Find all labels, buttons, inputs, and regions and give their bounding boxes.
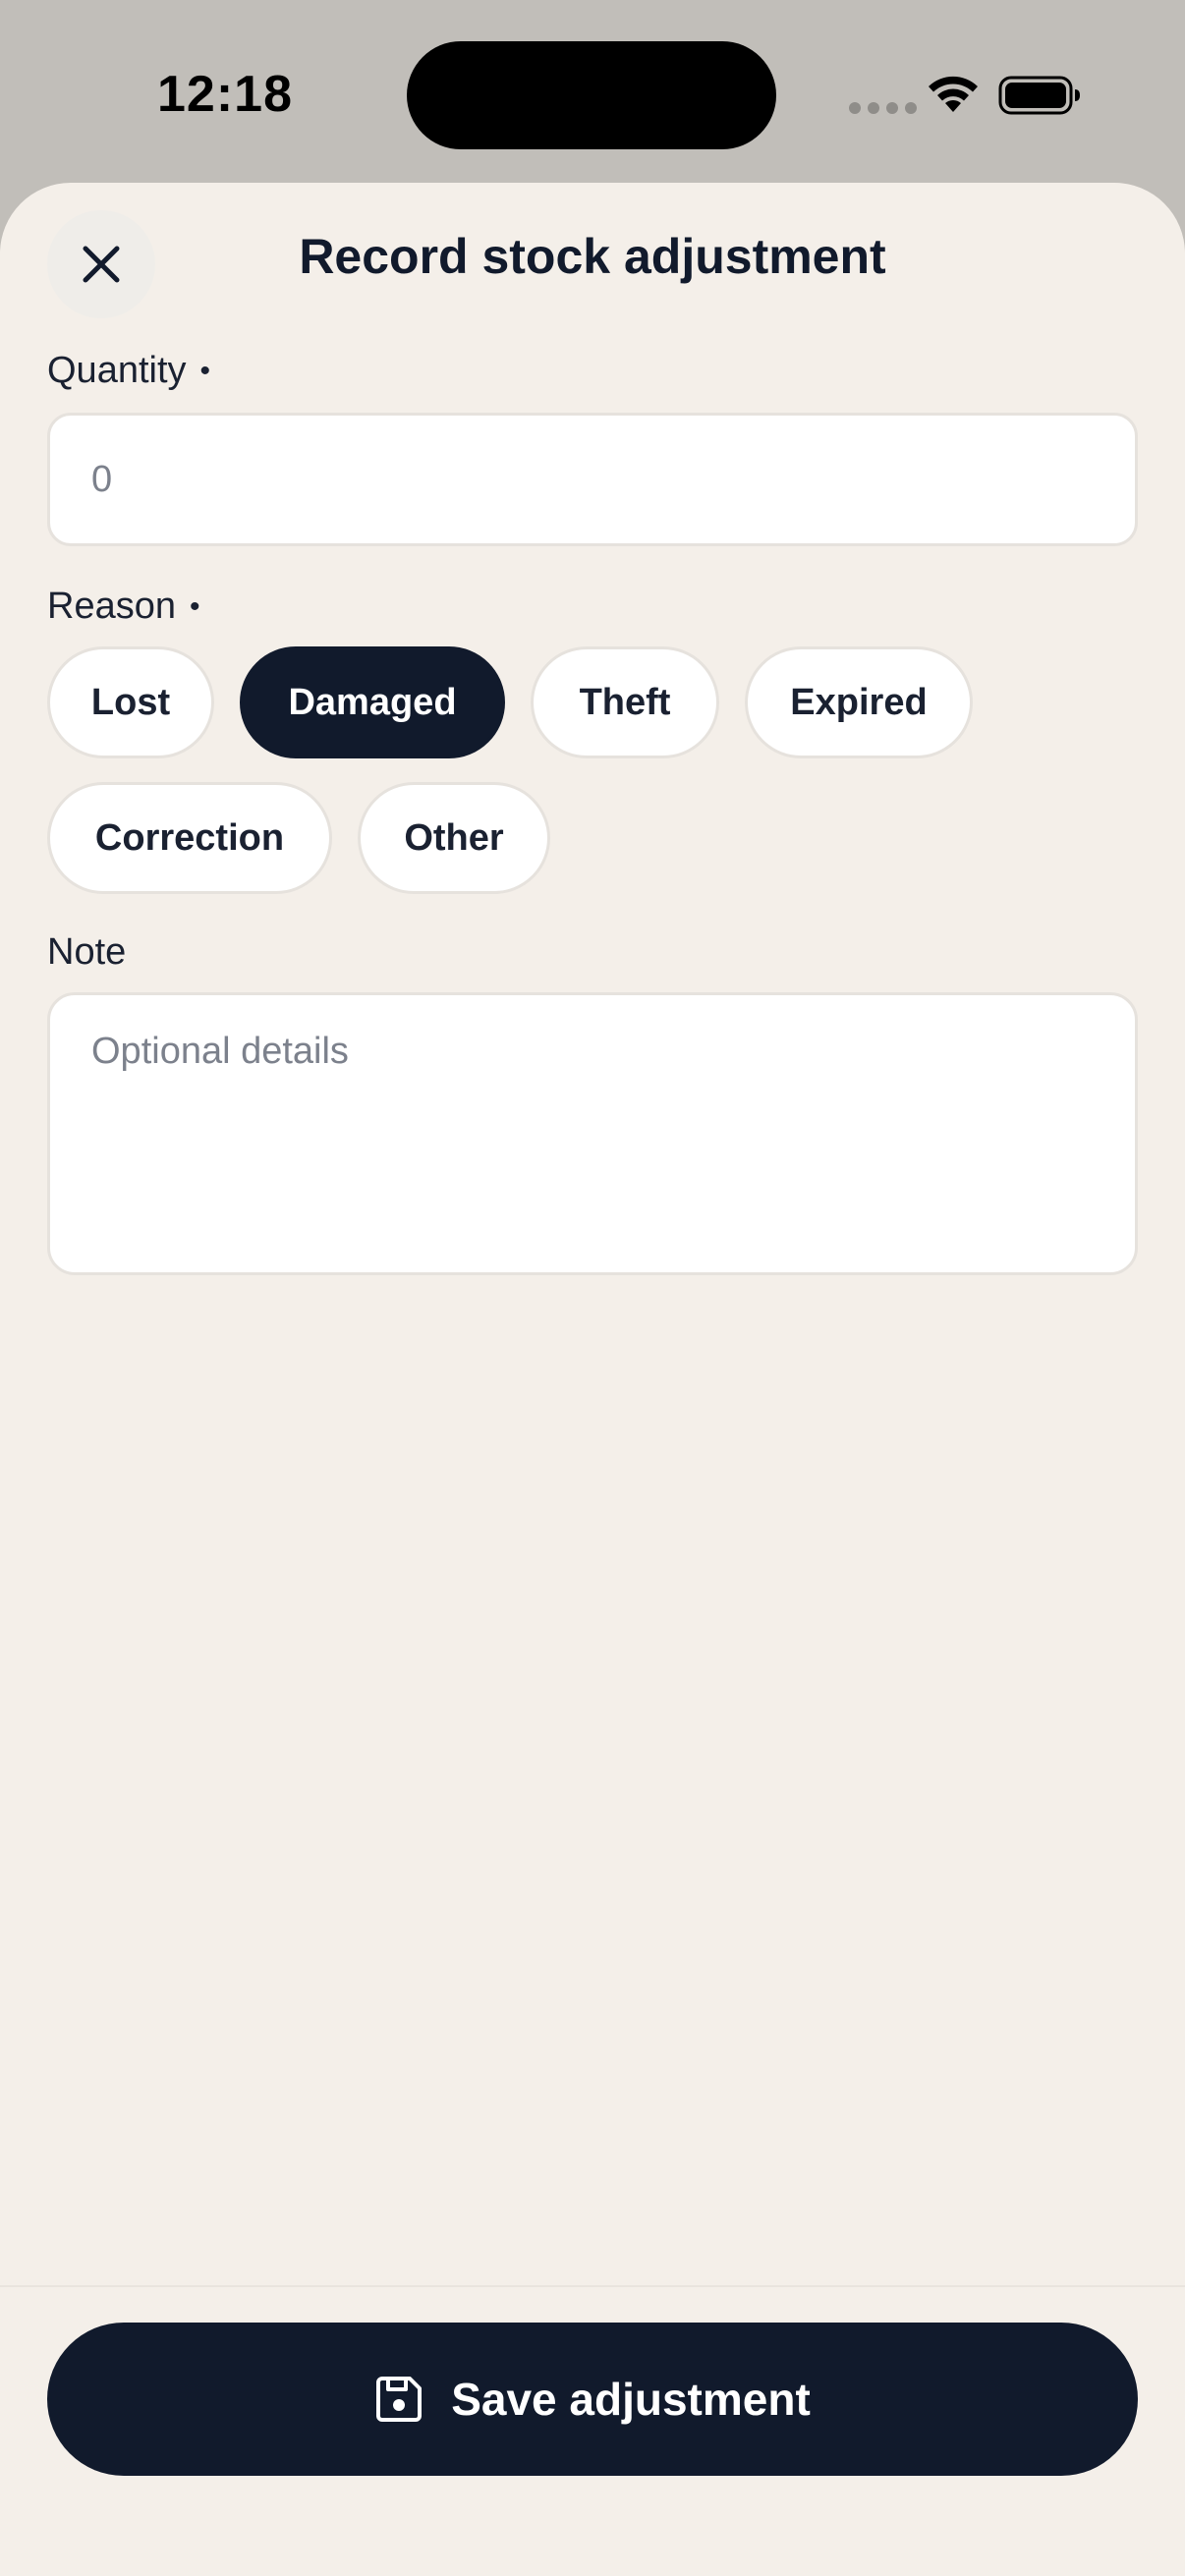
note-textarea[interactable] (47, 992, 1138, 1275)
reason-label-text: Reason (47, 586, 176, 627)
footer-divider (0, 2285, 1185, 2287)
quantity-input[interactable] (47, 413, 1138, 546)
reason-chip-expired[interactable]: Expired (745, 646, 973, 758)
status-bar: 12:18 (0, 0, 1185, 183)
status-time: 12:18 (157, 66, 293, 123)
required-marker: • (199, 355, 211, 387)
sheet-title: Record stock adjustment (299, 229, 886, 284)
reason-chip-theft[interactable]: Theft (531, 646, 719, 758)
save-adjustment-button[interactable]: Save adjustment (47, 2323, 1138, 2476)
wifi-icon (929, 76, 978, 112)
adjustment-sheet: Record stock adjustment Quantity • Reason… (0, 183, 1185, 2576)
required-marker: • (189, 590, 200, 623)
reason-label: Reason • (47, 586, 200, 628)
battery-icon (998, 76, 1080, 115)
save-button-label: Save adjustment (451, 2374, 811, 2425)
note-label: Note (47, 931, 127, 973)
quantity-label: Quantity • (47, 350, 210, 392)
cellular-signal-icon (849, 102, 917, 114)
reason-chip-correction[interactable]: Correction (47, 782, 332, 894)
dynamic-island (407, 41, 776, 149)
quantity-label-text: Quantity (47, 350, 187, 391)
save-icon (376, 2377, 423, 2422)
reason-chip-other[interactable]: Other (358, 782, 550, 894)
reason-chip-lost[interactable]: Lost (47, 646, 214, 758)
reason-chip-damaged[interactable]: Damaged (240, 646, 505, 758)
